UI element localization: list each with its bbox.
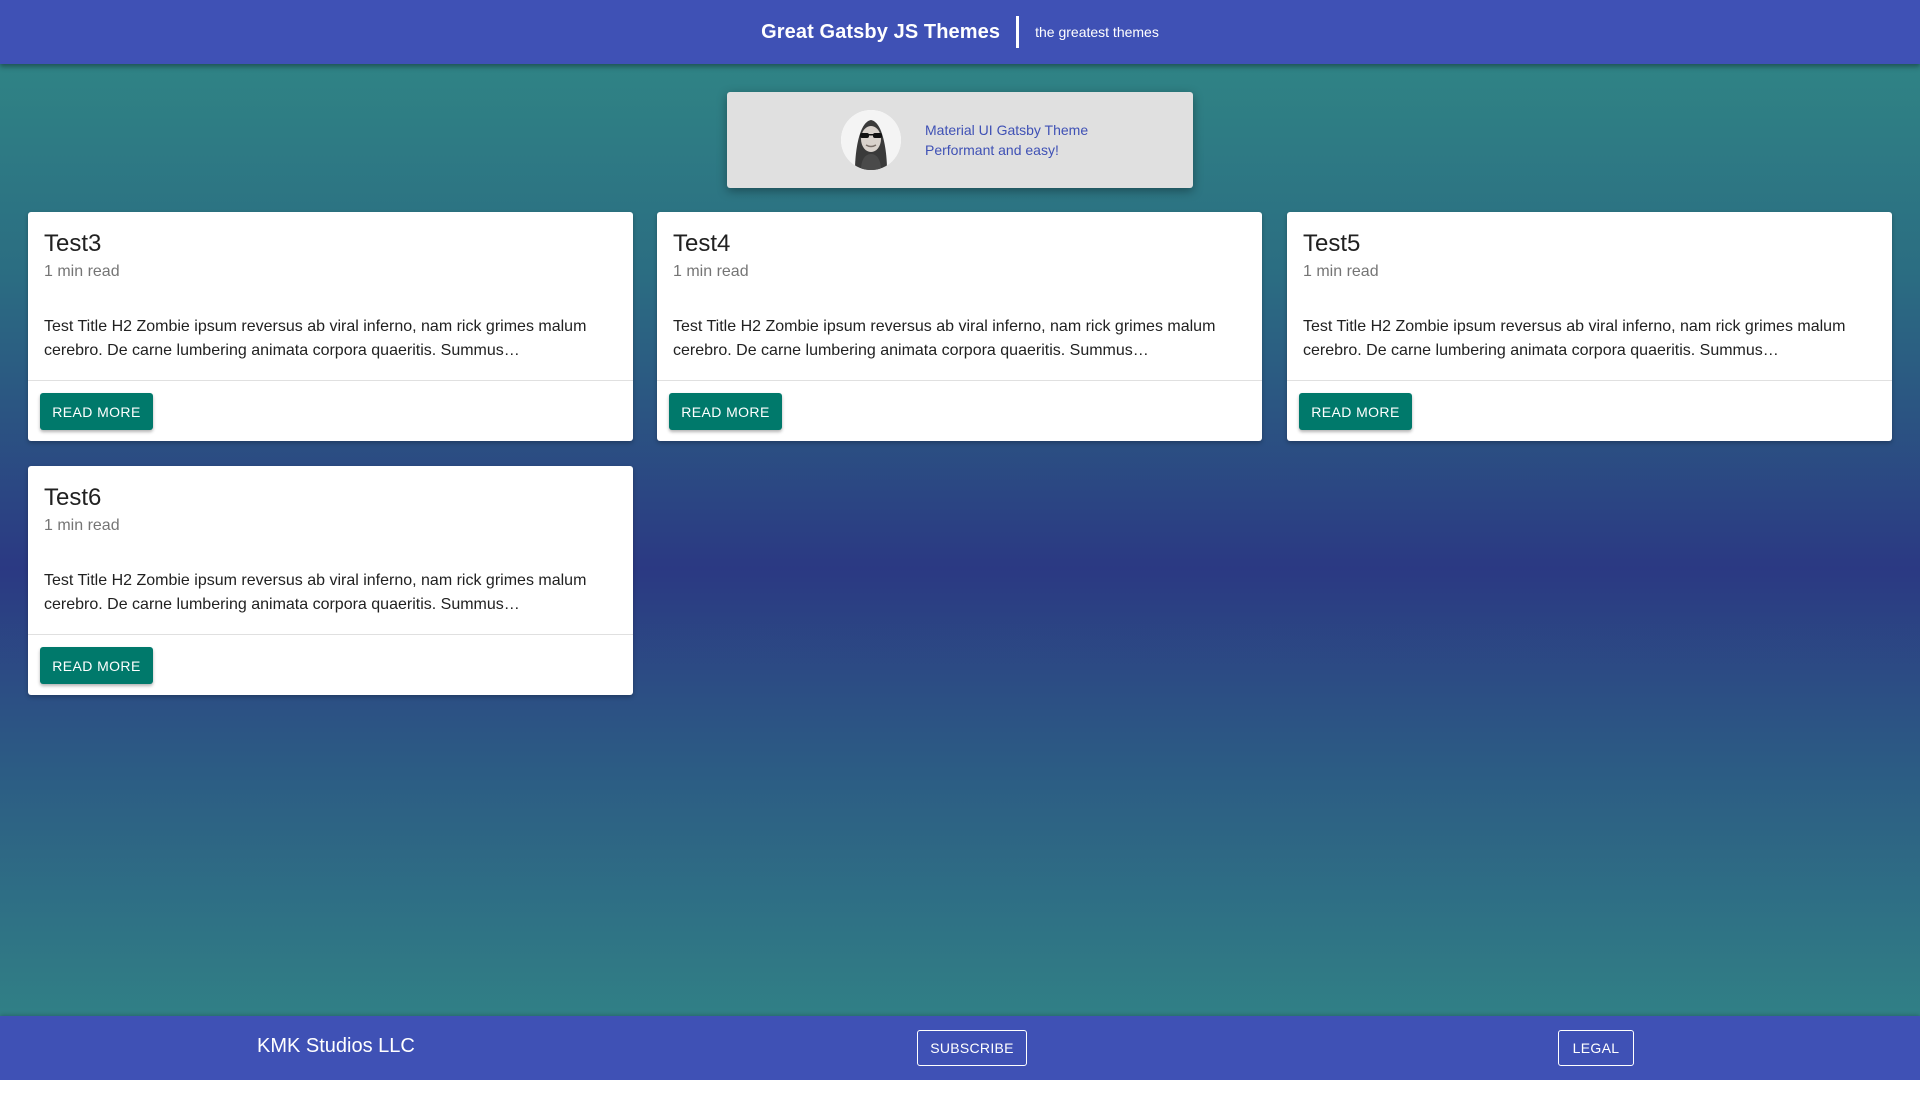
post-read-time: 1 min read	[673, 263, 749, 280]
footer: KMK Studios LLC SUBSCRIBE LEGAL	[0, 1016, 1920, 1080]
site-title[interactable]: Great Gatsby JS Themes	[761, 21, 1000, 44]
avatar	[841, 110, 901, 170]
subscribe-button[interactable]: SUBSCRIBE	[917, 1030, 1027, 1066]
post-card-test3: Test3 1 min read Test Title H2 Zombie ip…	[28, 212, 633, 441]
profile-card: Material UI Gatsby Theme Performant and …	[727, 92, 1193, 188]
post-excerpt: Test Title H2 Zombie ipsum reversus ab v…	[1303, 318, 1846, 359]
post-excerpt: Test Title H2 Zombie ipsum reversus ab v…	[44, 572, 587, 613]
card-divider	[1287, 380, 1892, 381]
profile-text: Material UI Gatsby Theme Performant and …	[925, 120, 1088, 160]
top-app-bar: Great Gatsby JS Themes the greatest them…	[0, 0, 1920, 64]
profile-line-2: Performant and easy!	[925, 142, 1059, 158]
read-more-button[interactable]: READ MORE	[40, 647, 153, 684]
post-card-test5: Test5 1 min read Test Title H2 Zombie ip…	[1287, 212, 1892, 441]
post-title: Test5	[1303, 230, 1361, 257]
post-excerpt: Test Title H2 Zombie ipsum reversus ab v…	[44, 318, 587, 359]
post-title: Test6	[44, 484, 102, 511]
site-tagline: the greatest themes	[1035, 24, 1159, 40]
post-read-time: 1 min read	[1303, 263, 1379, 280]
card-divider	[28, 634, 633, 635]
avatar-portrait-icon	[841, 110, 901, 170]
post-excerpt: Test Title H2 Zombie ipsum reversus ab v…	[673, 318, 1216, 359]
read-more-button[interactable]: READ MORE	[40, 393, 153, 430]
title-divider	[1016, 16, 1020, 48]
read-more-button[interactable]: READ MORE	[1299, 393, 1412, 430]
post-read-time: 1 min read	[44, 517, 120, 534]
post-title: Test3	[44, 230, 102, 257]
legal-button[interactable]: LEGAL	[1558, 1030, 1634, 1066]
card-divider	[657, 380, 1262, 381]
post-card-test4: Test4 1 min read Test Title H2 Zombie ip…	[657, 212, 1262, 441]
card-divider	[28, 380, 633, 381]
post-card-test6: Test6 1 min read Test Title H2 Zombie ip…	[28, 466, 633, 695]
footer-brand: KMK Studios LLC	[257, 1035, 415, 1057]
profile-line-1: Material UI Gatsby Theme	[925, 122, 1089, 138]
post-title: Test4	[673, 230, 731, 257]
read-more-button[interactable]: READ MORE	[669, 393, 782, 430]
bottom-strip	[0, 1080, 1920, 1093]
post-read-time: 1 min read	[44, 263, 120, 280]
